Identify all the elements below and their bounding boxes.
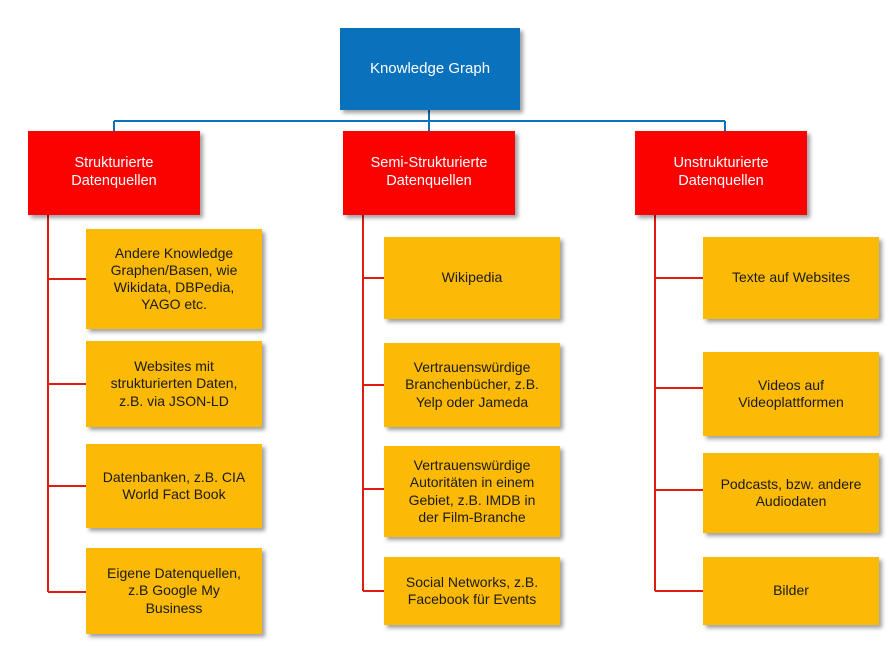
node-leaf-andere-knowledge-graphen[interactable]: Andere Knowledge Graphen/Basen, wie Wiki… <box>86 229 262 329</box>
node-label: Wikipedia <box>441 269 503 286</box>
node-leaf-vertrauenswuerdige-autoritaeten[interactable]: Vertrauenswürdige Autoritäten in einem G… <box>384 446 560 537</box>
diagram-canvas: Knowledge Graph Strukturierte Datenquell… <box>0 0 888 646</box>
node-label: Datenbanken, z.B. CIA World Fact Book <box>102 468 246 502</box>
node-leaf-bilder[interactable]: Bilder <box>703 557 879 625</box>
node-label: Bilder <box>773 582 809 599</box>
node-leaf-videos-auf-videoplattformen[interactable]: Videos auf Videoplattformen <box>703 352 879 436</box>
node-leaf-social-networks[interactable]: Social Networks, z.B. Facebook für Event… <box>384 557 560 625</box>
node-label: Vertrauenswürdige Branchenbücher, z.B. Y… <box>405 359 539 410</box>
node-label: Strukturierte Datenquellen <box>71 155 157 189</box>
node-leaf-wikipedia[interactable]: Wikipedia <box>384 237 560 319</box>
node-label: Websites mit strukturierten Daten, z.B. … <box>110 358 238 409</box>
node-knowledge-graph[interactable]: Knowledge Graph <box>340 28 520 110</box>
node-label: Knowledge Graph <box>369 59 491 77</box>
node-category-strukturierte-datenquellen[interactable]: Strukturierte Datenquellen <box>28 131 200 215</box>
node-leaf-eigene-datenquellen[interactable]: Eigene Datenquellen, z.B Google My Busin… <box>86 548 262 634</box>
node-label: Texte auf Websites <box>731 269 851 286</box>
node-label: Semi-Strukturierte Datenquellen <box>370 155 488 189</box>
node-category-unstrukturierte-datenquellen[interactable]: Unstrukturierte Datenquellen <box>635 131 807 215</box>
node-leaf-texte-auf-websites[interactable]: Texte auf Websites <box>703 237 879 319</box>
node-label: Unstrukturierte Datenquellen <box>673 155 769 189</box>
branch-connector-column-2 <box>362 215 384 592</box>
branch-connector-column-3 <box>654 215 703 592</box>
node-leaf-vertrauenswuerdige-branchenbuecher[interactable]: Vertrauenswürdige Branchenbücher, z.B. Y… <box>384 343 560 427</box>
node-label: Andere Knowledge Graphen/Basen, wie Wiki… <box>110 244 238 313</box>
node-category-semi-strukturierte-datenquellen[interactable]: Semi-Strukturierte Datenquellen <box>343 131 515 215</box>
branch-connector-column-1 <box>47 215 86 593</box>
node-leaf-podcasts-audiodaten[interactable]: Podcasts, bzw. andere Audiodaten <box>703 453 879 533</box>
node-leaf-datenbanken-cia-world-fact-book[interactable]: Datenbanken, z.B. CIA World Fact Book <box>86 444 262 528</box>
node-label: Social Networks, z.B. Facebook für Event… <box>405 573 539 607</box>
node-label: Podcasts, bzw. andere Audiodaten <box>720 475 862 509</box>
node-label: Vertrauenswürdige Autoritäten in einem G… <box>408 457 536 525</box>
node-leaf-websites-mit-strukturierten-daten[interactable]: Websites mit strukturierten Daten, z.B. … <box>86 341 262 427</box>
node-label: Eigene Datenquellen, z.B Google My Busin… <box>107 565 241 616</box>
root-connector-group <box>113 110 726 131</box>
node-label: Videos auf Videoplattformen <box>738 376 844 410</box>
